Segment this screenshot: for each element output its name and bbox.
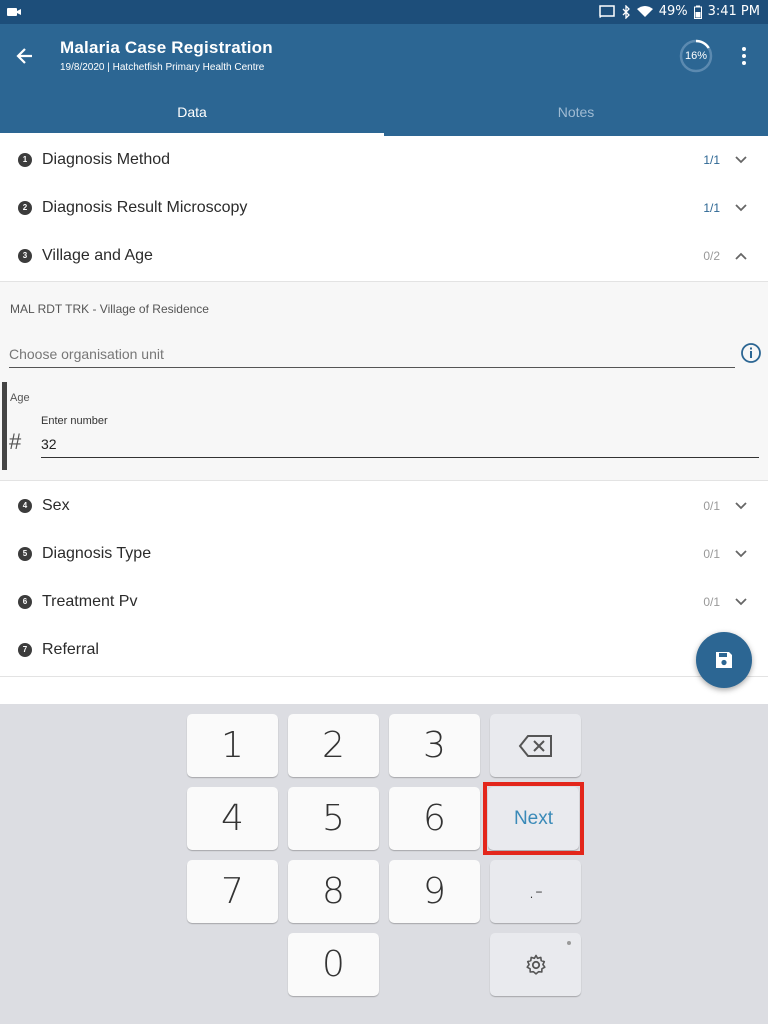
key-6[interactable]: 6 bbox=[389, 787, 480, 850]
gear-icon bbox=[525, 954, 546, 975]
page-title: Malaria Case Registration bbox=[60, 38, 273, 57]
section-label: Sex bbox=[42, 497, 70, 514]
backspace-key[interactable] bbox=[490, 714, 581, 777]
chevron-down-icon bbox=[735, 550, 747, 558]
key-4[interactable]: 4 bbox=[187, 787, 278, 850]
age-input-hint: Enter number bbox=[41, 415, 108, 427]
info-icon[interactable] bbox=[740, 342, 762, 364]
section-number: 7 bbox=[18, 643, 32, 657]
completion-progress: 16% bbox=[678, 38, 714, 74]
section-number: 5 bbox=[18, 547, 32, 561]
key-9[interactable]: 9 bbox=[389, 860, 480, 923]
section-count: 0/1 bbox=[703, 547, 720, 561]
progress-label: 16% bbox=[684, 50, 708, 62]
chevron-down-icon bbox=[735, 598, 747, 606]
key-3[interactable]: 3 bbox=[389, 714, 480, 777]
section-diagnosis-type[interactable]: 5 Diagnosis Type 0/1 bbox=[0, 530, 768, 578]
key-5[interactable]: 5 bbox=[288, 787, 379, 850]
section-label: Referral bbox=[42, 641, 99, 658]
chevron-up-icon bbox=[735, 252, 747, 260]
tab-notes[interactable]: Notes bbox=[384, 88, 768, 136]
punctuation-key[interactable]: .- bbox=[490, 860, 581, 923]
arrow-back-icon bbox=[16, 48, 32, 64]
age-field-label: Age bbox=[10, 392, 30, 404]
section-treatment-pv[interactable]: 6 Treatment Pv 0/1 bbox=[0, 578, 768, 626]
section-diagnosis-method[interactable]: 1 Diagnosis Method 1/1 bbox=[0, 136, 768, 184]
battery-percent: 49% bbox=[658, 4, 688, 19]
section-count: 0/2 bbox=[703, 249, 720, 263]
app-bar: Malaria Case Registration 19/8/2020 | Ha… bbox=[0, 24, 768, 88]
more-vert-icon bbox=[742, 47, 746, 51]
section-number: 6 bbox=[18, 595, 32, 609]
section-village-and-age[interactable]: 3 Village and Age 0/2 bbox=[0, 232, 768, 280]
chevron-down-icon bbox=[735, 156, 747, 164]
save-icon bbox=[716, 652, 732, 668]
section-number: 3 bbox=[18, 249, 32, 263]
status-bar: 49% 3:41 PM bbox=[0, 0, 768, 24]
village-field-label: MAL RDT TRK - Village of Residence bbox=[10, 302, 209, 316]
chevron-down-icon bbox=[735, 502, 747, 510]
tab-bar: Data Notes bbox=[0, 88, 768, 136]
backspace-icon bbox=[518, 734, 552, 757]
age-input[interactable]: 32 bbox=[41, 436, 759, 458]
section-number: 1 bbox=[18, 153, 32, 167]
numeric-keyboard: 1 2 3 4 5 6 Next 7 8 9 .- 0 bbox=[0, 704, 768, 1024]
section-number: 4 bbox=[18, 499, 32, 513]
key-indicator-dot bbox=[567, 941, 571, 945]
section-village-and-age-content: MAL RDT TRK - Village of Residence Choos… bbox=[0, 281, 768, 481]
content-bottom-strip bbox=[0, 676, 768, 704]
section-count: 0/1 bbox=[703, 499, 720, 513]
bluetooth-icon bbox=[622, 4, 630, 19]
clock: 3:41 PM bbox=[707, 4, 760, 19]
section-referral[interactable]: 7 Referral bbox=[0, 626, 768, 674]
section-label: Diagnosis Method bbox=[42, 151, 171, 168]
section-count: 0/1 bbox=[703, 595, 720, 609]
keyboard-settings-key[interactable] bbox=[490, 933, 581, 996]
screen-record-icon bbox=[7, 8, 21, 16]
key-7[interactable]: 7 bbox=[187, 860, 278, 923]
back-button[interactable] bbox=[10, 40, 40, 72]
chevron-down-icon bbox=[735, 204, 747, 212]
active-field-indicator bbox=[2, 382, 7, 470]
section-count: 1/1 bbox=[703, 153, 720, 167]
section-diagnosis-result-microscopy[interactable]: 2 Diagnosis Result Microscopy 1/1 bbox=[0, 184, 768, 232]
wifi-icon bbox=[636, 5, 653, 17]
section-label: Diagnosis Result Microscopy bbox=[42, 199, 248, 216]
section-number: 2 bbox=[18, 201, 32, 215]
org-unit-input[interactable]: Choose organisation unit bbox=[9, 346, 735, 368]
key-1[interactable]: 1 bbox=[187, 714, 278, 777]
more-options-button[interactable] bbox=[732, 44, 756, 68]
key-8[interactable]: 8 bbox=[288, 860, 379, 923]
cast-icon bbox=[598, 4, 615, 18]
page-subtitle: 19/8/2020 | Hatchetfish Primary Health C… bbox=[60, 62, 265, 73]
section-count: 1/1 bbox=[703, 201, 720, 215]
number-icon: # bbox=[9, 429, 22, 454]
section-label: Diagnosis Type bbox=[42, 545, 152, 562]
battery-icon bbox=[693, 5, 702, 19]
save-button[interactable] bbox=[696, 632, 752, 688]
section-label: Treatment Pv bbox=[42, 593, 138, 610]
next-key-highlight bbox=[483, 782, 584, 855]
section-label: Village and Age bbox=[42, 247, 153, 264]
section-sex[interactable]: 4 Sex 0/1 bbox=[0, 482, 768, 530]
key-0[interactable]: 0 bbox=[288, 933, 379, 996]
key-2[interactable]: 2 bbox=[288, 714, 379, 777]
tab-data[interactable]: Data bbox=[0, 88, 384, 136]
